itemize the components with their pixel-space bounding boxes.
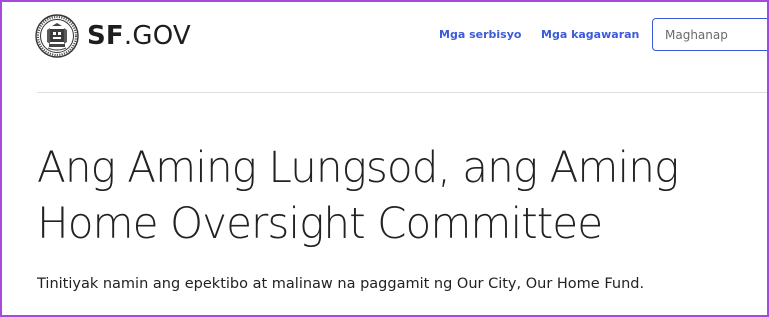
site-header: SF.GOV Mga serbisyo Mga kagawaran: [2, 2, 767, 72]
wordmark-sf: SF: [87, 21, 124, 51]
wordmark-gov: .GOV: [123, 21, 191, 51]
search-input[interactable]: [652, 18, 767, 51]
page-frame: SF.GOV Mga serbisyo Mga kagawaran Ang Am…: [0, 0, 769, 317]
page-description: Tinitiyak namin ang epektibo at malinaw …: [37, 276, 645, 292]
nav-services-link[interactable]: Mga serbisyo: [439, 28, 521, 41]
nav-departments-link[interactable]: Mga kagawaran: [541, 28, 639, 41]
sfgov-wordmark: SF.GOV: [87, 14, 191, 58]
page-title-line-1: Ang Aming Lungsod, ang Aming: [37, 143, 679, 193]
sfgov-home-link[interactable]: SF.GOV: [35, 14, 191, 58]
header-divider: [37, 92, 767, 93]
city-seal-icon: [35, 14, 79, 58]
page-title: Ang Aming Lungsod, ang Aming Home Oversi…: [37, 140, 767, 252]
page-title-line-2: Home Oversight Committee: [37, 199, 603, 249]
